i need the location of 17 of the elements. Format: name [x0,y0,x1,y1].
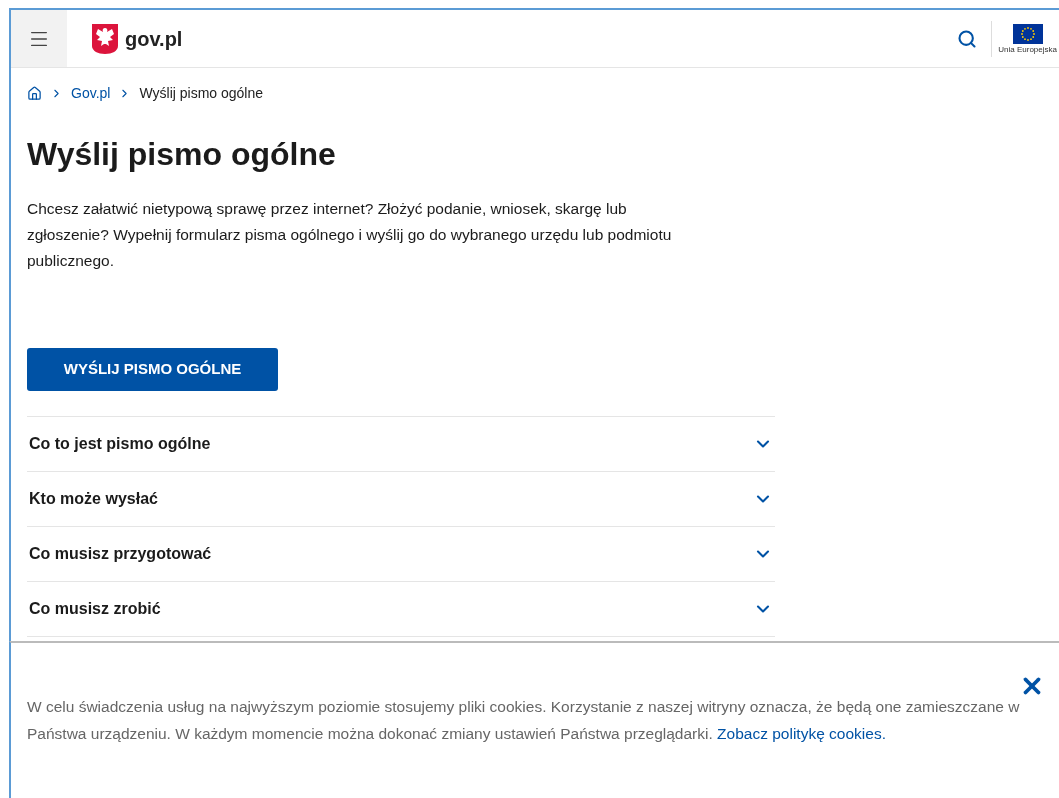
page-title: Wyślij pismo ogólne [27,135,337,174]
breadcrumb-current: Wyślij pismo ogólne [139,84,264,103]
accordion-item[interactable]: Co musisz przygotować [27,527,775,582]
logo-link[interactable]: gov.pl [91,22,183,55]
home-link[interactable] [27,86,42,101]
home-icon [27,86,42,101]
cookie-notice: W celu świadczenia usług na najwyższym poziomie stosujemy pliki cookies. Korzystanie z naszej witryny oznacza, że będą one zamieszczane w Państwa urządzeniu. W każdym momencie można dokonać zmiany ustawień Państwa przeglądarki. Zobacz politykę cookies. [27,697,1021,744]
search-icon [957,28,978,49]
accordion-item[interactable]: Co musisz zrobić [27,582,775,637]
breadcrumb-link[interactable]: Gov.pl [71,83,111,104]
accordion-item[interactable]: Kto może wysłać [27,472,775,527]
accordion-item[interactable]: Co to jest pismo ogólne [27,417,775,472]
intro-paragraph: Chcesz załatwić nietypową sprawę przez internet? Złożyć podanie, wniosek, skargę lub zgłoszenie? Wypełnij formularz pisma ogólnego i wyślij go do wybranego urzędu lub podmiotu publicznego. [27,199,673,271]
send-letter-button[interactable]: WYŚLIJ PISMO OGÓLNE [27,348,278,391]
cookie-policy-link[interactable]: Zobacz politykę cookies. [717,725,886,742]
eu-label: Unia Europejska [998,45,1057,54]
eu-flag-icon [1012,23,1043,44]
